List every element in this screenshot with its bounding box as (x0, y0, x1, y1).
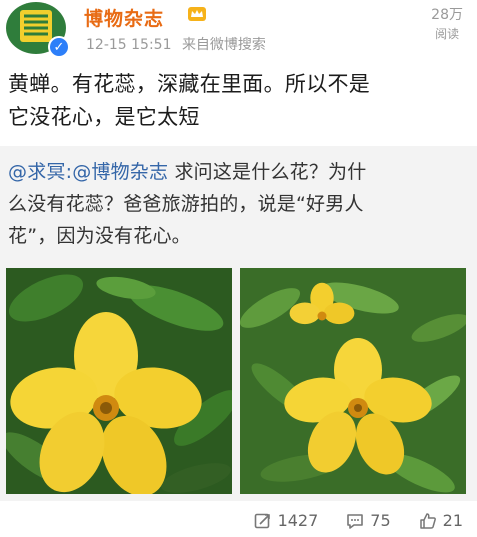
retweet-line: @求冥:@博物杂志 求问这是什么花？为什 (8, 156, 470, 188)
retweet-user-mention[interactable]: @求冥:@博物杂志 (8, 161, 168, 183)
photo-flower-2[interactable] (240, 268, 466, 494)
read-count: 28万 阅读 (431, 4, 463, 42)
crown-icon (188, 7, 206, 21)
post-meta: 12-15 15:51 来自微博搜索 (86, 34, 272, 54)
repost-button[interactable]: 1427 (254, 511, 319, 530)
read-count-value: 28万 (431, 7, 463, 23)
photo-flower-1[interactable] (6, 268, 232, 494)
post-text-line: 黄蝉。有花蕊，深藏在里面。所以不是 (8, 72, 371, 96)
retweet-text: @求冥:@博物杂志 求问这是什么花？为什 么没有花蕊？爸爸旅游拍的，说是“好男人… (8, 156, 470, 252)
repost-count: 1427 (277, 511, 319, 530)
action-bar: 1427 75 21 (0, 504, 477, 537)
verified-icon: ✓ (48, 36, 70, 58)
retweet-line: 么没有花蕊？爸爸旅游拍的，说是“好男人 (8, 193, 364, 215)
post-header: ✓ 博物杂志 12-15 15:51 来自微博搜索 28万 阅读 (0, 0, 477, 60)
like-count: 21 (442, 511, 463, 530)
comment-icon (347, 513, 364, 529)
username[interactable]: 博物杂志 (84, 4, 164, 31)
read-count-label: 阅读 (435, 27, 460, 41)
post-source: 来自微博搜索 (181, 37, 266, 53)
like-button[interactable]: 21 (419, 511, 463, 530)
post-text: 黄蝉。有花蕊，深藏在里面。所以不是 它没花心，是它太短 (8, 68, 468, 134)
retweet-line: 花”，因为没有花心。 (8, 225, 191, 247)
retweet-card[interactable]: @求冥:@博物杂志 求问这是什么花？为什 么没有花蕊？爸爸旅游拍的，说是“好男人… (0, 146, 477, 501)
thumbs-up-icon (419, 512, 436, 529)
retweet-text-part: 求问这是什么花？为什 (168, 161, 367, 183)
comment-count: 75 (370, 511, 391, 530)
post-date: 12-15 15:51 (86, 37, 172, 53)
post-text-line: 它没花心，是它太短 (8, 105, 200, 129)
repost-icon (254, 513, 270, 528)
comment-button[interactable]: 75 (346, 511, 391, 530)
